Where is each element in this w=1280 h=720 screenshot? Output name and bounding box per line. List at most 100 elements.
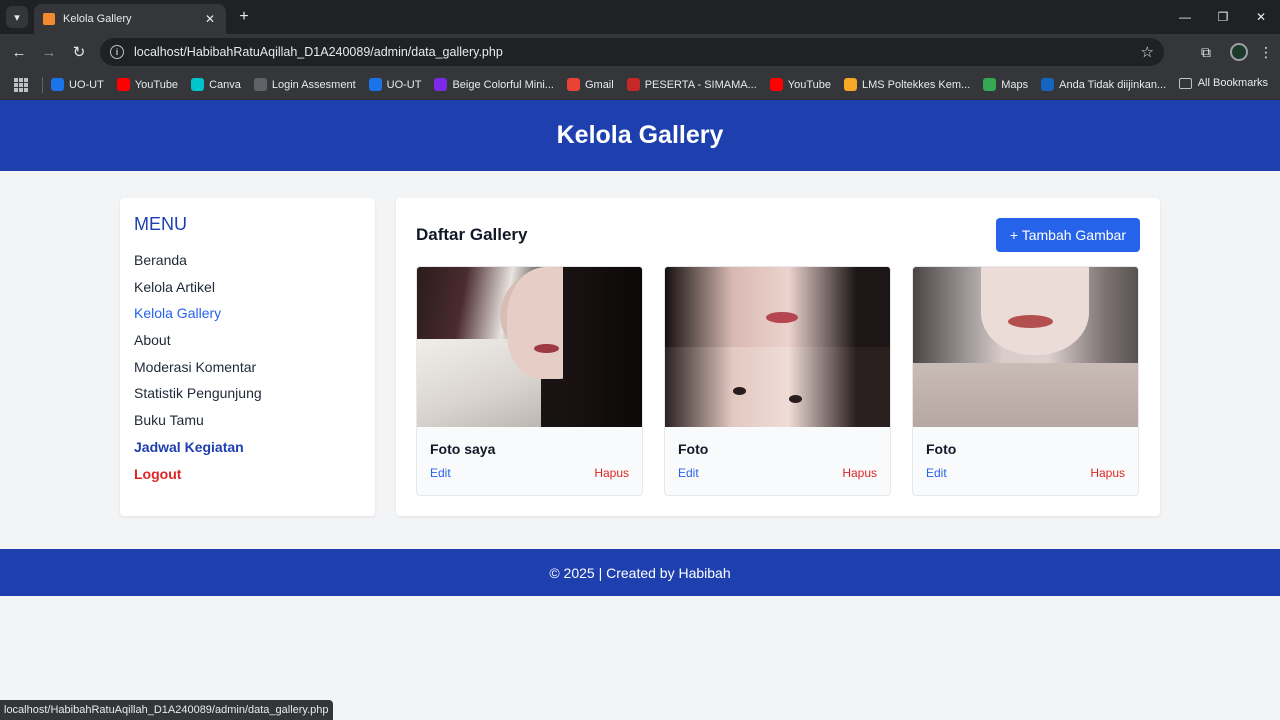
browser-status-bar: localhost/HabibahRatuAqillah_D1A240089/a… [0,700,333,720]
reload-icon[interactable]: ↻ [64,37,94,67]
globe-icon [1041,78,1055,91]
bookmark-item[interactable]: UO-UT [51,78,104,91]
restore-icon[interactable]: ❐ [1204,0,1242,34]
delete-link[interactable]: Hapus [594,466,629,480]
card-title: Foto saya [430,441,496,457]
folder-icon [1178,77,1192,89]
bookmark-label: YouTube [787,78,831,91]
window-controls: — ❐ ✕ [1166,0,1280,34]
profile-avatar-icon[interactable] [1230,43,1248,61]
uo-ut-icon [368,78,382,91]
gallery-photo [913,267,1138,427]
browser-toolbar: ← → ↻ i localhost/HabibahRatuAqillah_D1A… [0,34,1280,70]
page-title: Kelola Gallery [556,121,724,149]
footer-text: © 2025 | Created by Habibah [549,564,731,581]
edit-link[interactable]: Edit [430,466,451,480]
gallery-grid: Foto saya Edit Hapus Foto Edit Hapus Fot… [416,266,1139,496]
bookmark-label: Beige Colorful Mini... [452,78,554,91]
sidebar-item-buku-tamu[interactable]: Buku Tamu [134,407,361,434]
bookmark-item[interactable]: Anda Tidak diijinkan... [1041,78,1166,91]
bookmark-label: Anda Tidak diijinkan... [1059,78,1167,91]
canva-icon [191,78,205,91]
card-title: Foto [926,441,957,457]
youtube-icon [116,78,130,91]
sidebar-item-kelola-artikel[interactable]: Kelola Artikel [134,274,361,301]
globe-icon [253,78,267,91]
gallery-heading: Daftar Gallery [416,225,528,244]
all-bookmarks-button[interactable]: All Bookmarks [1178,77,1268,89]
page-footer: © 2025 | Created by Habibah [0,549,1280,596]
bookmark-item[interactable]: YouTube [116,78,179,91]
gallery-photo [665,267,890,427]
tab-search-icon[interactable]: ▾ [6,6,28,28]
bookmark-label: UO-UT [69,78,104,91]
gallery-photo [417,267,642,427]
bookmark-label: YouTube [134,78,179,91]
new-tab-icon[interactable]: + [234,8,254,26]
browser-tab-bar: ▾ Kelola Gallery ✕ + — ❐ ✕ [0,0,1280,34]
bookmark-item[interactable]: PESERTA - SIMAMA... [626,78,757,91]
bookmark-item[interactable]: Login Assesment [253,78,356,91]
bookmark-item[interactable]: Beige Colorful Mini... [434,78,554,91]
bookmarks-bar: UO-UT YouTube Canva Login Assesment UO-UT Bei… [0,70,1280,100]
sidebar-item-logout[interactable]: Logout [134,461,361,488]
forward-icon[interactable]: → [34,37,64,67]
gallery-card: Foto Edit Hapus [912,266,1139,496]
bookmark-item[interactable]: Canva [191,78,241,91]
bookmark-item[interactable]: Maps [983,78,1028,91]
gallery-card: Foto Edit Hapus [664,266,891,496]
simama-icon [626,78,640,91]
gallery-panel: Daftar Gallery + Tambah Gambar Foto saya… [396,198,1160,516]
extensions-icon[interactable]: ⧉ [1192,38,1220,66]
site-info-icon[interactable]: i [110,45,124,59]
close-window-icon[interactable]: ✕ [1242,0,1280,34]
lms-icon [844,78,857,91]
menu-title: MENU [134,214,187,234]
page-header: Kelola Gallery [0,100,1280,171]
tab-title: Kelola Gallery [63,13,132,25]
card-title: Foto [678,441,709,457]
bookmark-item[interactable]: Gmail [566,78,614,91]
bookmark-star-icon[interactable]: ☆ [1141,43,1154,61]
browser-tab[interactable]: Kelola Gallery ✕ [34,4,226,34]
gmail-icon [566,78,580,91]
close-tab-icon[interactable]: ✕ [202,12,218,26]
edit-link[interactable]: Edit [678,466,699,480]
apps-grid-icon[interactable] [14,77,28,92]
content-area: MENU Beranda Kelola Artikel Kelola Galle… [0,171,1280,549]
bookmark-item[interactable]: UO-UT [368,78,422,91]
status-url: localhost/HabibahRatuAqillah_D1A240089/a… [4,704,329,716]
delete-link[interactable]: Hapus [842,466,877,480]
url-text: localhost/HabibahRatuAqillah_D1A240089/a… [134,45,503,59]
address-bar[interactable]: i localhost/HabibahRatuAqillah_D1A240089… [100,38,1164,66]
uo-ut-icon [51,78,64,91]
sidebar-item-about[interactable]: About [134,327,361,354]
canva-icon [434,78,448,91]
sidebar: MENU Beranda Kelola Artikel Kelola Galle… [120,198,375,516]
sidebar-item-kelola-gallery[interactable]: Kelola Gallery [134,300,361,327]
sidebar-item-statistik-pengunjung[interactable]: Statistik Pengunjung [134,380,361,407]
bookmark-label: UO-UT [386,78,422,91]
sidebar-item-beranda[interactable]: Beranda [134,247,361,274]
bookmark-label: Maps [1001,78,1029,91]
add-image-button[interactable]: + Tambah Gambar [995,218,1140,252]
minimize-icon[interactable]: — [1166,0,1204,34]
edit-link[interactable]: Edit [926,466,947,480]
sidebar-item-jadwal-kegiatan[interactable]: Jadwal Kegiatan [134,434,361,461]
browser-menu-icon[interactable]: ⋮ [1258,44,1274,61]
all-bookmarks-label: All Bookmarks [1197,77,1268,89]
bookmark-item[interactable]: LMS Poltekkes Kem... [844,78,970,91]
bookmark-item[interactable]: YouTube [769,78,831,91]
youtube-icon [769,78,783,91]
bookmark-label: Canva [209,78,241,91]
sidebar-item-moderasi-komentar[interactable]: Moderasi Komentar [134,354,361,381]
bookmark-label: Gmail [584,78,614,91]
maps-icon [983,78,997,91]
bookmark-label: Login Assesment [271,78,356,91]
delete-link[interactable]: Hapus [1090,466,1125,480]
bookmark-separator [42,76,43,93]
xampp-favicon-icon [43,13,55,25]
gallery-card: Foto saya Edit Hapus [416,266,643,496]
back-icon[interactable]: ← [4,37,34,67]
bookmark-label: PESERTA - SIMAMA... [644,78,757,91]
